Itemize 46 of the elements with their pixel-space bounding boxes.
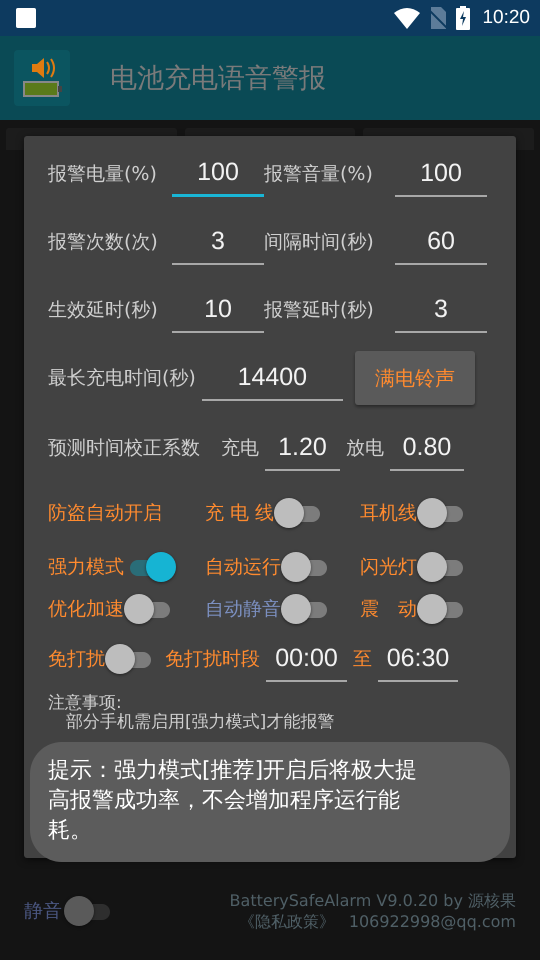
field-label: 报警次数(次) <box>48 230 159 255</box>
field-label: 生效延时(秒) <box>48 298 159 323</box>
input-field[interactable]: 10 <box>172 287 264 333</box>
to-label: 至 <box>353 647 372 672</box>
switch-label: 静音 <box>24 899 62 924</box>
wifi-icon <box>394 7 420 29</box>
switch-label: 强力模式 <box>48 555 124 580</box>
app-title: 电池充电语音警报 <box>110 62 326 96</box>
field-label: 放电 <box>346 436 384 461</box>
field-label: 免打扰时段 <box>165 647 260 672</box>
switch-label: 优化加速 <box>48 597 124 622</box>
square-icon <box>16 8 36 28</box>
time-field[interactable]: 06:30 <box>378 636 458 682</box>
version-text: BatterySafeAlarm V9.0.20 by 源核果 <box>230 890 516 911</box>
switch-label: 充 电 线 <box>205 501 274 526</box>
time-field[interactable]: 00:00 <box>266 636 347 682</box>
switch-label: 震 动 <box>360 597 417 622</box>
switch-label: 闪光灯 <box>360 555 417 580</box>
section-label: 防盗自动开启 <box>48 501 163 526</box>
field-label: 报警延时(秒) <box>264 298 375 323</box>
app-icon <box>14 50 70 106</box>
input-field[interactable]: 100 <box>172 151 264 197</box>
clock-time: 10:20 <box>482 7 530 29</box>
field-label: 最长充电时间(秒) <box>48 366 196 391</box>
switch-label: 免打扰 <box>48 647 105 672</box>
switch-label: 自动静音 <box>205 597 281 622</box>
switch-label: 耳机线 <box>360 501 417 526</box>
switch-label: 自动运行 <box>205 555 281 580</box>
battery-charging-icon <box>456 6 470 30</box>
input-field[interactable]: 14400 <box>202 355 343 401</box>
input-field[interactable]: 100 <box>395 151 487 197</box>
hint-toast: 提示：强力模式[推荐]开启后将极大提高报警成功率，不会增加程序运行能耗。 <box>30 742 510 862</box>
field-label: 预测时间校正系数 <box>48 436 200 461</box>
input-field[interactable]: 60 <box>395 219 487 265</box>
input-field[interactable]: 0.80 <box>390 425 464 471</box>
input-field[interactable]: 1.20 <box>265 425 340 471</box>
field-label: 间隔时间(秒) <box>264 230 375 255</box>
input-field[interactable]: 3 <box>172 219 264 265</box>
field-label: 充电 <box>221 436 259 461</box>
input-field[interactable]: 3 <box>395 287 487 333</box>
note-line: 部分手机需启用[强力模式]才能报警 <box>65 713 336 732</box>
field-label: 报警音量(%) <box>264 162 374 187</box>
notes-title: 注意事项: <box>48 694 123 713</box>
field-label: 报警电量(%) <box>48 162 158 187</box>
email-text: 106922998@qq.com <box>348 911 516 932</box>
no-sim-icon <box>428 7 448 29</box>
